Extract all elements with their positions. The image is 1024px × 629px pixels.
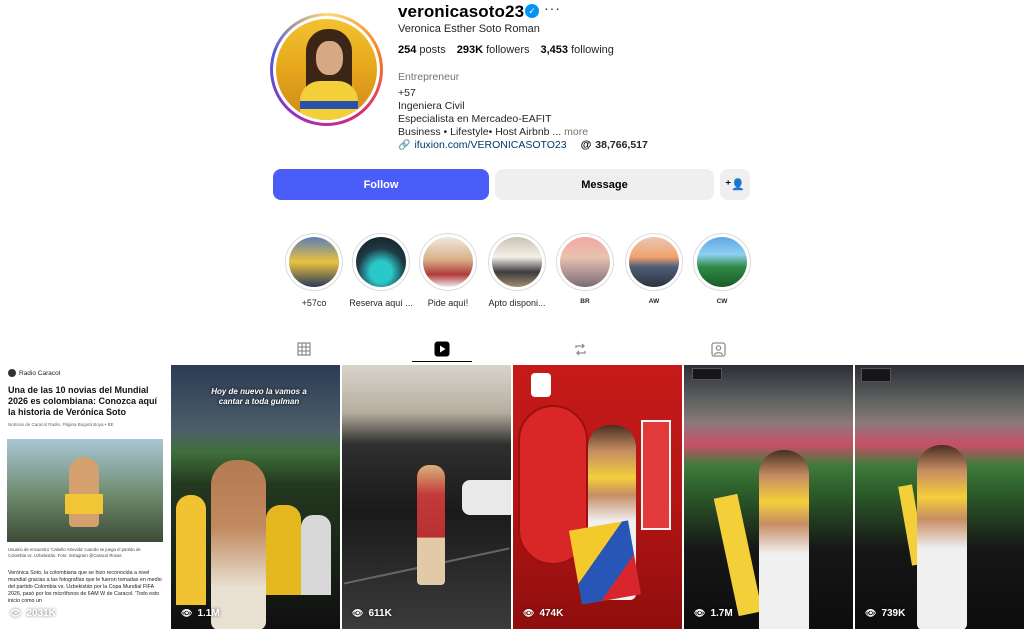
reel-byline: Noticias de Caracol Radio, Página Bogotá… <box>8 422 114 427</box>
highlight-cover <box>492 237 542 287</box>
reel-item[interactable]: 👁 739K <box>855 365 1024 629</box>
profile-bio: +57 Ingeniera Civil Especialista en Merc… <box>398 87 588 139</box>
highlight-item[interactable]: +57co <box>282 233 346 308</box>
eye-icon: 👁 <box>352 608 364 618</box>
highlight-item[interactable]: BR <box>553 233 617 305</box>
bio-line: Business • Lifestyle• Host Airbnb ... <box>398 126 562 138</box>
reel-headline: Una de las 10 novias del Mundial 2026 es… <box>8 385 158 417</box>
highlight-label: Pide aquí! <box>427 298 469 308</box>
reel-item[interactable]: Hoy de nuevo la vamos a cantar a toda gu… <box>171 365 340 629</box>
tab-reposts[interactable] <box>569 338 591 360</box>
reel-views: 👁 739K <box>865 608 906 619</box>
message-button[interactable]: Message <box>495 169 714 200</box>
reel-source-brand: Radio Caracol <box>8 369 60 377</box>
tab-tagged[interactable] <box>707 338 729 360</box>
highlight-label: CW <box>716 298 728 305</box>
eye-icon: 👁 <box>10 608 22 618</box>
highlight-cover <box>629 237 679 287</box>
highlight-item[interactable]: Apto disponi... <box>485 233 549 308</box>
profile-category: Entrepreneur <box>398 71 460 83</box>
reel-views: 👁 1.7M <box>694 608 733 619</box>
eye-icon: 👁 <box>181 608 193 618</box>
reel-views: 👁 1.1M <box>181 608 220 619</box>
grid-icon <box>297 342 311 356</box>
profile-avatar[interactable] <box>270 13 383 126</box>
reel-item[interactable]: 👁 1.7M <box>684 365 853 629</box>
highlight-label: +57co <box>301 298 327 308</box>
reel-views: 👁 611K <box>352 608 392 619</box>
highlight-item[interactable]: Reserva aquí ... <box>349 233 413 308</box>
reel-views: 👁 2031K <box>10 608 56 619</box>
highlight-cover <box>697 237 747 287</box>
link-icon: 🔗 <box>398 139 411 151</box>
eye-icon: 👁 <box>865 608 877 618</box>
highlight-item[interactable]: AW <box>622 233 686 305</box>
active-tab-indicator <box>412 361 472 362</box>
eye-icon: 👁 <box>523 608 535 618</box>
highlight-cover <box>289 237 339 287</box>
highlight-label: BR <box>580 298 590 305</box>
reel-article-body: Verónica Soto, la colombiana que se hizo… <box>8 570 162 604</box>
avatar <box>276 19 377 120</box>
highlight-label: Apto disponi... <box>488 298 546 308</box>
reel-overlay-text: Hoy de nuevo la vamos a cantar a toda gu… <box>211 387 307 406</box>
highlight-label: AW <box>648 298 660 305</box>
highlight-cover <box>560 237 610 287</box>
reel-item[interactable]: 👁 474K <box>513 365 682 629</box>
highlight-cover <box>356 237 406 287</box>
followers-count[interactable]: 293K followers <box>457 44 530 56</box>
highlight-item[interactable]: CW <box>690 233 754 305</box>
profile-full-name: Veronica Esther Soto Roman <box>398 23 540 35</box>
posts-count: 254 posts <box>398 44 446 56</box>
more-options-icon[interactable]: ··· <box>544 0 561 16</box>
profile-links: 🔗 ifuxion.com/VERONICASOTO23 @ 38,766,51… <box>398 139 648 151</box>
reels-icon <box>434 341 450 357</box>
repost-icon <box>574 343 586 355</box>
bio-line: +57 <box>398 87 416 99</box>
suggest-similar-button[interactable]: ⁺👤 <box>720 169 750 200</box>
bio-line: Especialista en Mercadeo-EAFIT <box>398 113 552 125</box>
follow-button[interactable]: Follow <box>273 169 489 200</box>
highlight-cover <box>423 237 473 287</box>
profile-website-link[interactable]: ifuxion.com/VERONICASOTO23 <box>414 139 566 151</box>
tagged-icon <box>710 341 726 357</box>
reel-item[interactable]: Radio Caracol Una de las 10 novias del M… <box>0 365 169 629</box>
tab-reels[interactable] <box>431 338 453 360</box>
threads-icon[interactable]: @ <box>581 139 592 151</box>
reel-photo-caption: Usuario de encuentro 'Cabello Atrevida' … <box>8 547 141 558</box>
bio-more-link[interactable]: more <box>564 126 588 138</box>
highlight-item[interactable]: Pide aquí! <box>416 233 480 308</box>
eye-icon: 👁 <box>694 608 706 618</box>
reel-thumbnail <box>7 439 163 542</box>
bio-line: Ingeniera Civil <box>398 100 465 112</box>
following-count[interactable]: 3,453 following <box>540 44 613 56</box>
threads-followers[interactable]: 38,766,517 <box>595 139 648 151</box>
tab-posts[interactable] <box>293 338 315 360</box>
reel-views: 👁 474K <box>523 608 564 619</box>
add-user-icon: ⁺👤 <box>725 179 745 191</box>
profile-stats: 254 posts 293K followers 3,453 following <box>398 44 614 56</box>
profile-username: veronicasoto23 <box>398 2 525 21</box>
reel-item[interactable]: 👁 611K <box>342 365 511 629</box>
verified-badge-icon: ✓ <box>525 4 539 18</box>
highlight-label: Reserva aquí ... <box>349 298 413 308</box>
